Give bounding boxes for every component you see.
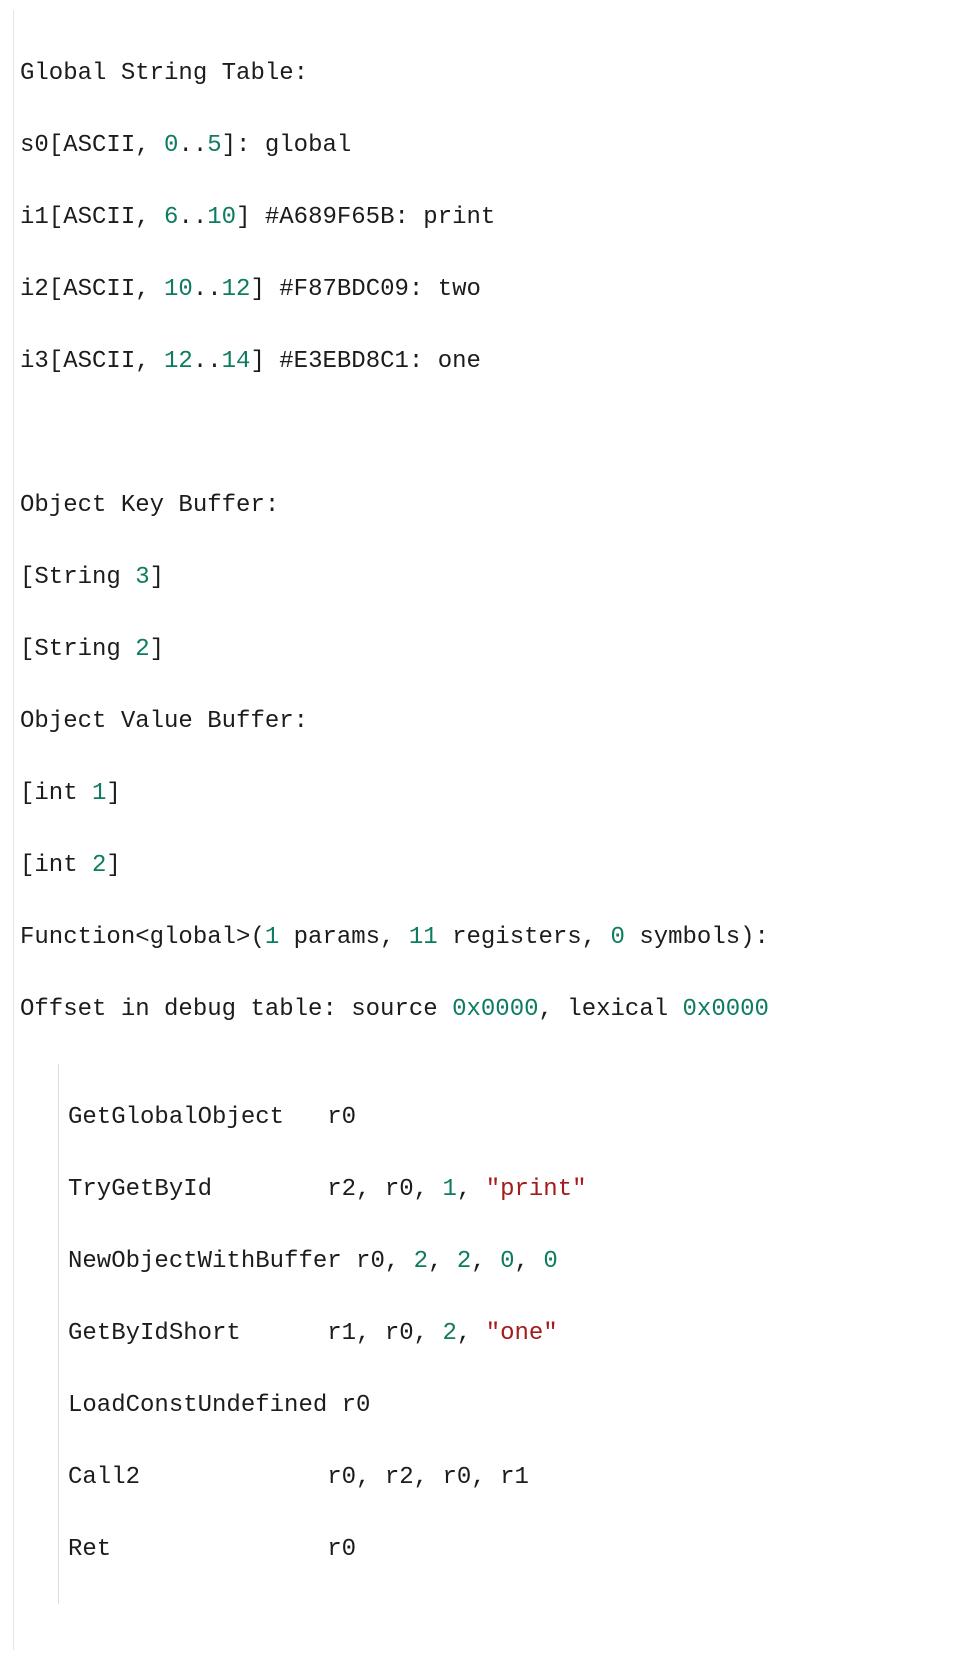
heading-object-value-buffer: Object Value Buffer: [20, 704, 944, 740]
code-block: Global String Table: s0[ASCII, 0..5]: gl… [0, 0, 964, 1680]
blank-line [20, 416, 944, 452]
debug-table-offset: Offset in debug table: source 0x0000, le… [20, 992, 944, 1028]
gst-entry-s0: s0[ASCII, 0..5]: global [20, 128, 944, 164]
bytecode-block: GetGlobalObject r0 TryGetById r2, r0, 1,… [20, 1064, 944, 1604]
op-newobjectwithbuffer: NewObjectWithBuffer r0, 2, 2, 0, 0 [68, 1244, 944, 1280]
gst-entry-i1: i1[ASCII, 6..10] #A689F65B: print [20, 200, 944, 236]
op-getbyidshort: GetByIdShort r1, r0, 2, "one" [68, 1316, 944, 1352]
okb-entry-1: [String 3] [20, 560, 944, 596]
ovb-entry-2: [int 2] [20, 848, 944, 884]
heading-object-key-buffer: Object Key Buffer: [20, 488, 944, 524]
heading-global-string-table: Global String Table: [20, 56, 944, 92]
okb-entry-2: [String 2] [20, 632, 944, 668]
function-signature: Function<global>(1 params, 11 registers,… [20, 920, 944, 956]
op-ret: Ret r0 [68, 1532, 944, 1568]
gst-entry-i3: i3[ASCII, 12..14] #E3EBD8C1: one [20, 344, 944, 380]
op-loadconstundefined: LoadConstUndefined r0 [68, 1388, 944, 1424]
op-trygetbyid: TryGetById r2, r0, 1, "print" [68, 1172, 944, 1208]
gst-entry-i2: i2[ASCII, 10..12] #F87BDC09: two [20, 272, 944, 308]
op-getglobalobject: GetGlobalObject r0 [68, 1100, 944, 1136]
op-call2: Call2 r0, r2, r0, r1 [68, 1460, 944, 1496]
ovb-entry-1: [int 1] [20, 776, 944, 812]
